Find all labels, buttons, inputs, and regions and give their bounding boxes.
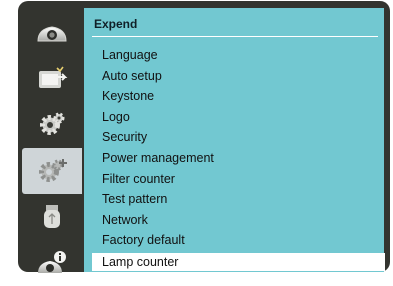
expand-icon [39,159,67,182]
menu-item-lamp-counter[interactable]: Lamp counter [92,252,385,271]
menu-item-auto-setup[interactable]: Auto setup [92,66,385,87]
menu-item-filter-counter[interactable]: Filter counter [92,169,385,190]
expand-menu-panel: Expend Language Auto setup Keystone Logo… [84,8,385,272]
menu-item-keystone[interactable]: Keystone [92,86,385,107]
input-icon [39,66,68,88]
sidebar-item-usb[interactable] [22,194,82,240]
sidebar-item-expand[interactable] [22,148,82,194]
sidebar-item-display[interactable] [22,10,82,56]
display-icon [37,26,67,42]
title-divider [92,36,378,37]
sidebar-item-information[interactable] [22,240,82,286]
menu-list: Language Auto setup Keystone Logo Securi… [92,45,385,271]
usb-memory-icon [44,205,60,228]
menu-item-security[interactable]: Security [92,127,385,148]
menu-item-language[interactable]: Language [92,45,385,66]
menu-item-factory-default[interactable]: Factory default [92,230,385,251]
menu-item-network[interactable]: Network [92,210,385,231]
menu-item-logo[interactable]: Logo [92,107,385,128]
sidebar-item-input[interactable] [22,56,82,102]
menu-item-test-pattern[interactable]: Test pattern [92,189,385,210]
sidebar-item-setting[interactable] [22,102,82,148]
menu-item-power-management[interactable]: Power management [92,148,385,169]
information-icon [38,251,66,273]
category-sidebar [18,10,84,274]
panel-title: Expend [94,17,138,31]
setting-icon [40,112,65,135]
